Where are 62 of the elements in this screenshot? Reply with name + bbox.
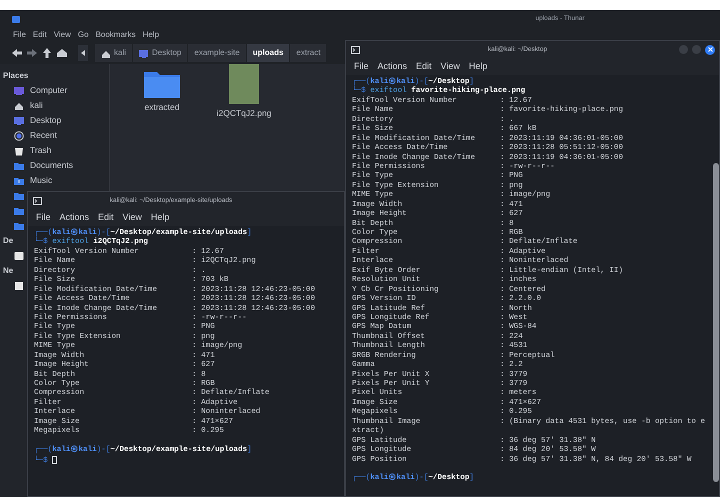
sidebar-item[interactable]: kali <box>30 99 43 112</box>
sidebar-item[interactable]: Music <box>30 174 52 187</box>
menu-item[interactable]: Edit <box>32 29 47 41</box>
network-icon <box>14 280 25 290</box>
menu-item[interactable]: Edit <box>416 60 432 74</box>
folder-icon <box>14 190 25 200</box>
terminal-icon <box>351 46 360 54</box>
section-heading: Places <box>2 70 30 82</box>
menu-item[interactable]: Edit <box>98 210 114 224</box>
menu-item[interactable]: View <box>122 210 142 224</box>
monitor-icon <box>14 116 25 126</box>
sidebar-item[interactable]: Documents <box>30 159 73 172</box>
menu-item[interactable]: File <box>13 29 26 41</box>
menu-item[interactable]: View <box>440 60 460 74</box>
path-button[interactable]: kali <box>95 44 132 62</box>
path-button[interactable]: uploads <box>246 44 290 62</box>
file-name[interactable]: i2QCTqJ2.png <box>216 107 272 120</box>
sidebar-item[interactable]: Computer <box>30 84 68 97</box>
sidebar-item[interactable]: Desktop <box>30 114 62 127</box>
text-cursor <box>52 456 58 464</box>
folder-icon <box>12 16 20 22</box>
music-folder-icon <box>14 176 25 186</box>
home-icon[interactable] <box>57 48 67 58</box>
close-icon <box>708 47 712 52</box>
menu-item[interactable]: File <box>354 60 369 74</box>
folder-icon <box>14 160 25 170</box>
menu-item[interactable]: File <box>36 210 51 224</box>
menu-item[interactable]: Actions <box>60 210 90 224</box>
section-heading: De <box>2 234 14 246</box>
folder-icon <box>144 70 180 98</box>
photo-placeholder <box>229 64 259 104</box>
menu-item[interactable]: Go <box>78 29 89 41</box>
monitor-icon <box>14 86 25 96</box>
menu-item[interactable]: View <box>54 29 71 41</box>
up-arrow-icon[interactable] <box>42 48 52 58</box>
menu-item[interactable]: Help <box>150 210 170 224</box>
terminal-icon <box>33 196 42 204</box>
path-button[interactable]: Desktop <box>133 44 188 62</box>
folder-icon <box>14 206 25 216</box>
home-icon <box>101 48 110 58</box>
section-heading: Ne <box>2 264 14 276</box>
path-button[interactable]: example-site <box>188 44 246 62</box>
menu-item[interactable]: Help <box>468 60 488 74</box>
sidebar-item[interactable]: Recent <box>30 129 57 142</box>
clock-icon <box>14 130 25 140</box>
monitor-icon <box>139 48 148 58</box>
menu-item[interactable]: Bookmarks <box>96 29 136 41</box>
home-icon <box>14 100 25 110</box>
trash-icon <box>14 146 25 156</box>
close-button[interactable] <box>705 44 715 54</box>
forward-arrow-icon[interactable] <box>27 48 37 58</box>
sidebar-item[interactable]: Trash <box>30 144 52 157</box>
folder-icon <box>14 220 25 230</box>
file-name[interactable]: extracted <box>144 101 180 114</box>
path-button[interactable]: extract <box>290 44 326 62</box>
scroll-left-button[interactable] <box>78 45 88 61</box>
scrollbar-thumb[interactable] <box>713 163 719 482</box>
menu-item[interactable]: Help <box>142 29 160 41</box>
menu-item[interactable]: Actions <box>378 60 408 74</box>
back-arrow-icon[interactable] <box>12 48 22 58</box>
drive-icon <box>14 250 25 260</box>
caret-left-icon <box>81 50 85 56</box>
